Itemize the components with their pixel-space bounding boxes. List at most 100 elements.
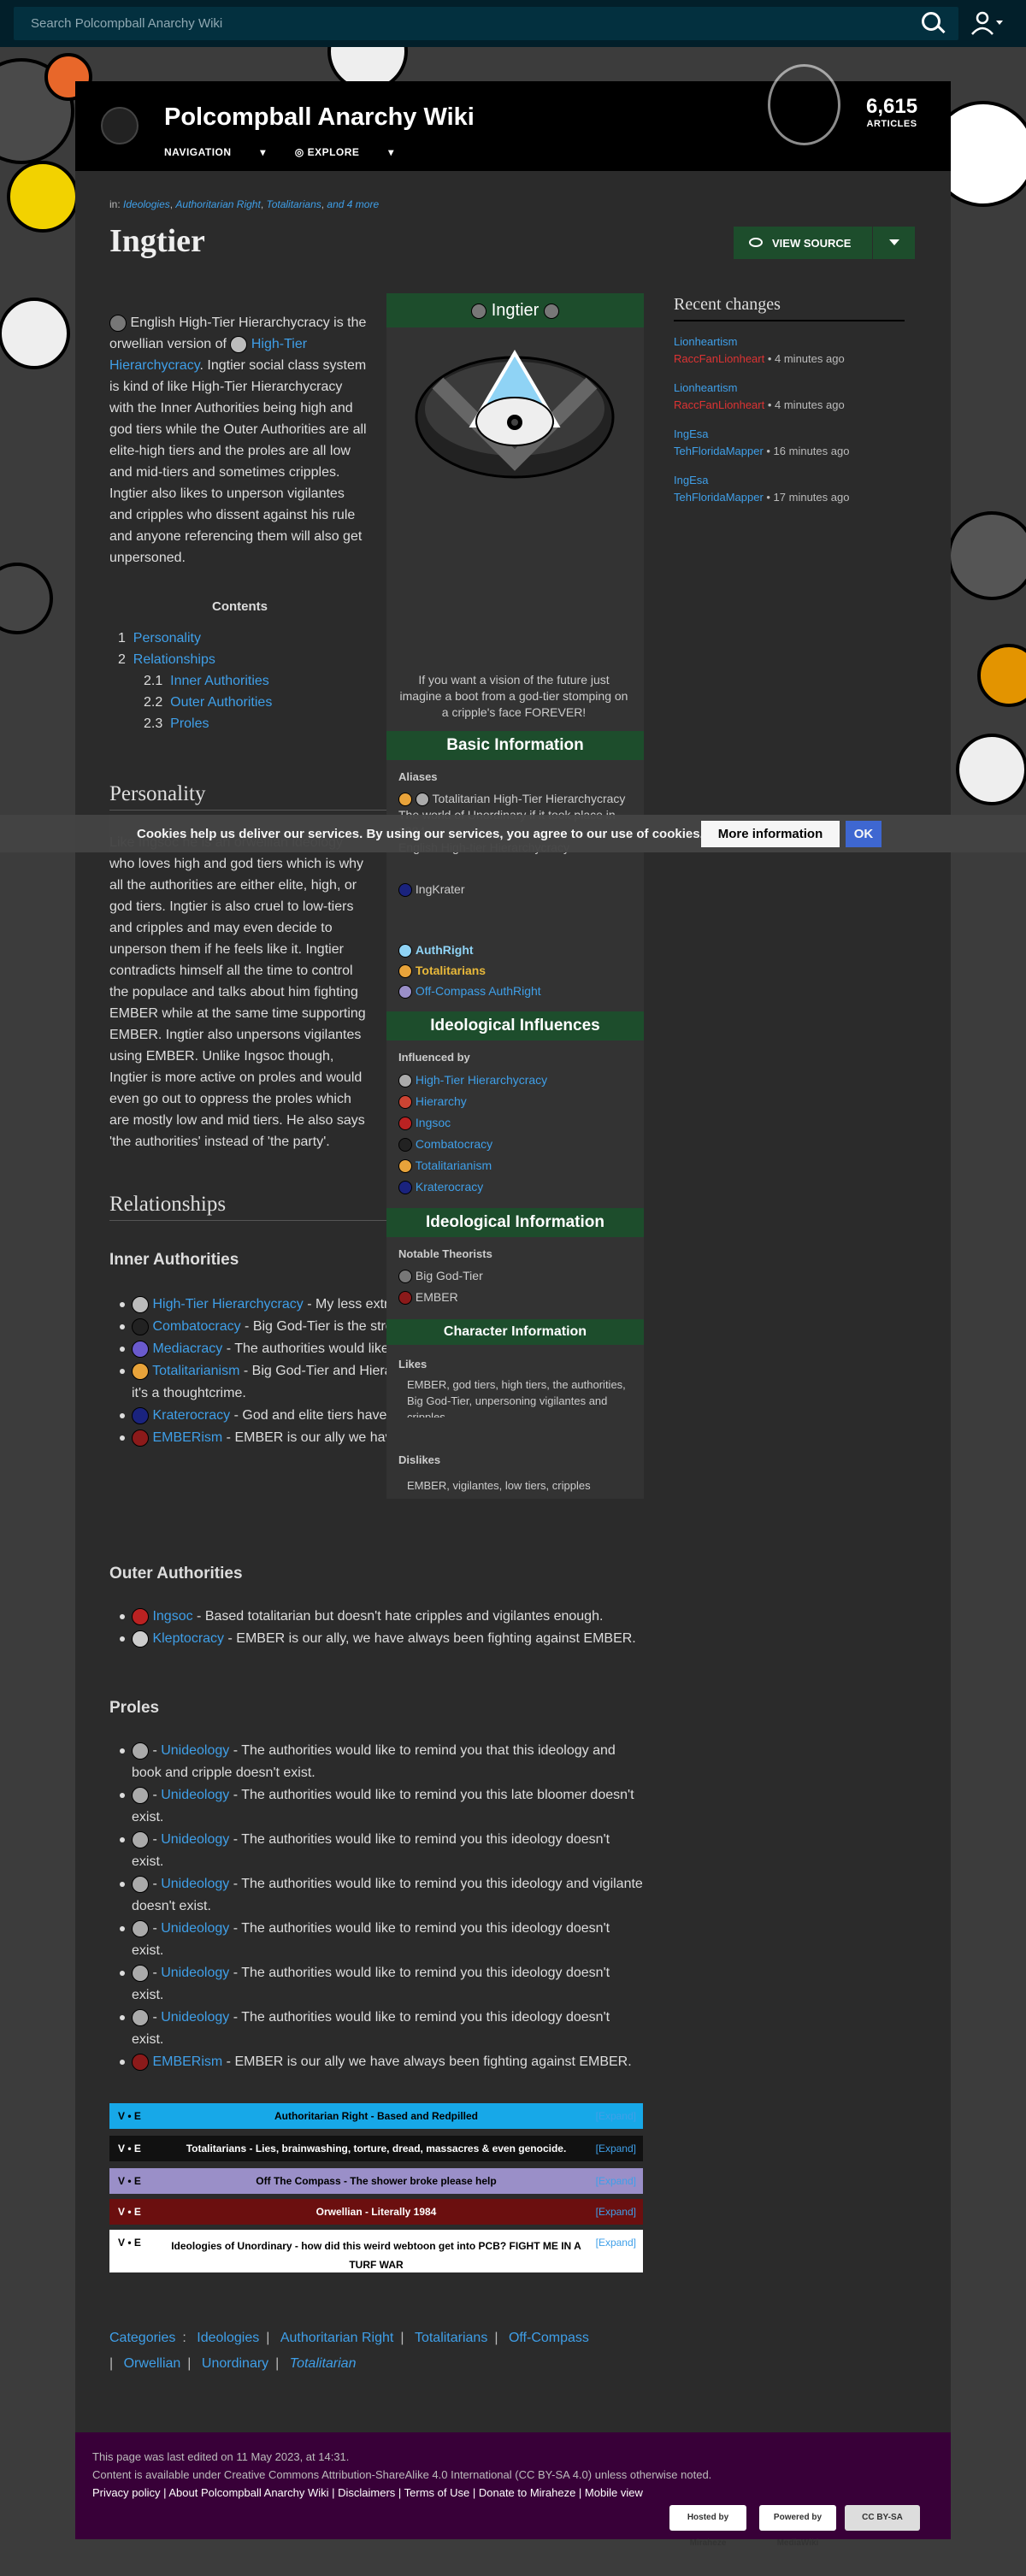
- ideology-link[interactable]: Ingsoc: [152, 1609, 192, 1624]
- cookie-ok-button[interactable]: OK: [846, 821, 882, 847]
- categories-label-link[interactable]: Categories: [109, 2331, 175, 2345]
- mediawiki-badge[interactable]: Powered by MediaWiki: [759, 2505, 836, 2548]
- disclaimers-link[interactable]: Disclaimers: [338, 2486, 395, 2499]
- flag-icon: [398, 985, 412, 999]
- flag-icon: [471, 303, 487, 319]
- toc-item[interactable]: 2.1 Inner Authorities: [118, 670, 370, 692]
- navbox-expand-button[interactable]: [Expand]: [596, 2206, 636, 2218]
- list-item: Kleptocracy - EMBER is our ally, we have…: [120, 1628, 645, 1650]
- proles-list: - Unideology - The authorities would lik…: [120, 1740, 645, 2073]
- ideology-link[interactable]: Unideology: [161, 1832, 229, 1847]
- flag-icon: [398, 1095, 412, 1110]
- toc-link[interactable]: Relationships: [133, 652, 215, 667]
- influence-link[interactable]: Hierarchy: [416, 1094, 467, 1108]
- alignment-link[interactable]: AuthRight: [416, 943, 474, 957]
- category-link[interactable]: Ideologies: [197, 2331, 259, 2345]
- category-link[interactable]: Totalitarians: [266, 198, 321, 210]
- ideology-link[interactable]: Unideology: [161, 1877, 229, 1891]
- influence-link[interactable]: Kraterocracy: [416, 1180, 483, 1194]
- about-link[interactable]: About Polcompball Anarchy Wiki: [168, 2486, 328, 2499]
- privacy-policy-link[interactable]: Privacy policy: [92, 2486, 160, 2499]
- search-icon[interactable]: [922, 12, 940, 31]
- recent-user-link[interactable]: RaccFanLionheart: [674, 352, 764, 365]
- search-input[interactable]: Search Polcompball Anarchy Wiki: [14, 7, 958, 40]
- wiki-logo[interactable]: [101, 107, 139, 144]
- view-source-label: VIEW SOURCE: [772, 237, 852, 250]
- navbox-expand-button[interactable]: [Expand]: [596, 2143, 636, 2155]
- view-source-button[interactable]: VIEW SOURCE: [734, 227, 872, 259]
- category-link[interactable]: Ideologies: [123, 198, 170, 210]
- cc-license-badge[interactable]: CC BY-SA: [845, 2505, 920, 2531]
- flag-icon: [132, 1295, 149, 1313]
- ideology-link[interactable]: Unideology: [161, 1921, 229, 1936]
- wiki-title[interactable]: Polcompball Anarchy Wiki: [164, 103, 475, 132]
- category-link[interactable]: Totalitarians: [415, 2331, 487, 2345]
- alignment-link[interactable]: Totalitarians: [416, 964, 486, 977]
- miraheze-badge[interactable]: Hosted by Miraheze: [669, 2505, 746, 2548]
- influence-link[interactable]: Ingsoc: [416, 1116, 451, 1129]
- toc-item[interactable]: 2.2 Outer Authorities: [118, 692, 370, 713]
- ideology-link[interactable]: Unideology: [161, 2010, 229, 2025]
- navigation-menu[interactable]: NAVIGATION ▾: [164, 146, 266, 158]
- toc-link[interactable]: Proles: [170, 716, 209, 731]
- flag-icon: [132, 1607, 149, 1625]
- category-link[interactable]: Authoritarian Right: [280, 2331, 394, 2345]
- ideology-link[interactable]: Unideology: [161, 1788, 229, 1802]
- influence-link[interactable]: Totalitarianism: [416, 1158, 492, 1172]
- ideology-link[interactable]: Mediacracy: [152, 1341, 222, 1356]
- ideology-link[interactable]: Combatocracy: [152, 1319, 240, 1334]
- toc-item[interactable]: 1 Personality: [118, 628, 370, 649]
- flag-icon: [132, 2053, 149, 2071]
- toc-item[interactable]: 2 Relationships: [118, 649, 370, 670]
- recent-time: • 16 minutes ago: [763, 445, 850, 457]
- recent-user-link[interactable]: TehFloridaMapper: [674, 491, 764, 504]
- recent-page-link[interactable]: Lionheartism: [674, 335, 737, 348]
- alignment-link[interactable]: Off-Compass AuthRight: [416, 984, 541, 998]
- page-wrapper: Polcompball Anarchy Wiki NAVIGATION ▾ ◎ …: [75, 64, 951, 2539]
- more-information-button[interactable]: More information: [701, 821, 840, 847]
- ideology-link[interactable]: EMBERism: [152, 1430, 222, 1445]
- influence-link[interactable]: High-Tier Hierarchycracy: [416, 1073, 547, 1087]
- more-categories-link[interactable]: and 4 more: [327, 198, 379, 210]
- navbox-expand-button[interactable]: [Expand]: [596, 2110, 636, 2122]
- alias-link[interactable]: IngKrater: [416, 882, 465, 896]
- toc-link[interactable]: Inner Authorities: [170, 674, 269, 688]
- recent-user-link[interactable]: RaccFanLionheart: [674, 398, 764, 411]
- user-menu-icon[interactable]: [970, 10, 1005, 36]
- categories-box: Categories: Ideologies | Authoritarian Ri…: [109, 2331, 589, 2371]
- recent-page-link[interactable]: IngEsa: [674, 427, 708, 440]
- category-link[interactable]: Authoritarian Right: [175, 198, 260, 210]
- recent-page-link[interactable]: IngEsa: [674, 474, 708, 486]
- actions-dropdown-button[interactable]: [872, 227, 915, 259]
- ideology-link[interactable]: Kleptocracy: [152, 1631, 224, 1646]
- toc-item[interactable]: 2.3 Proles: [118, 713, 370, 734]
- navbox-expand-button[interactable]: [Expand]: [596, 2237, 636, 2249]
- category-link[interactable]: Orwellian: [124, 2356, 181, 2371]
- ideology-link[interactable]: High-Tier Hierarchycracy: [152, 1297, 303, 1312]
- donate-link[interactable]: Donate to Miraheze: [479, 2486, 575, 2499]
- ideology-link[interactable]: Kraterocracy: [152, 1408, 230, 1423]
- ideology-link[interactable]: Totalitarianism: [152, 1364, 239, 1378]
- recent-user-link[interactable]: TehFloridaMapper: [674, 445, 764, 457]
- explore-menu[interactable]: ◎ EXPLORE ▾: [295, 146, 394, 158]
- terms-link[interactable]: Terms of Use: [404, 2486, 470, 2499]
- anarchy-symbol-icon: [768, 64, 840, 145]
- toc-num: 2: [118, 652, 126, 667]
- navbox-expand-button[interactable]: [Expand]: [596, 2175, 636, 2187]
- mobile-view-link[interactable]: Mobile view: [585, 2486, 643, 2499]
- personality-paragraph: Like Ingsoc he is an orwellian ideology …: [109, 835, 366, 1149]
- toc-link[interactable]: Personality: [133, 631, 201, 645]
- ideology-link[interactable]: Unideology: [161, 1743, 229, 1758]
- category-link[interactable]: Totalitarian: [290, 2356, 357, 2371]
- ideology-link[interactable]: EMBERism: [152, 2054, 222, 2069]
- page-categories-top: in: Ideologies, Authoritarian Right, Tot…: [109, 198, 380, 210]
- toc-link[interactable]: Outer Authorities: [170, 695, 272, 710]
- category-link[interactable]: Off-Compass: [509, 2331, 589, 2345]
- category-link[interactable]: Unordinary: [202, 2356, 268, 2371]
- navbox-title: Authoritarian Right - Based and Redpille…: [274, 2110, 478, 2122]
- influence-row: Kraterocracy: [398, 1180, 483, 1195]
- recent-page-link[interactable]: Lionheartism: [674, 381, 737, 394]
- list-item: - Unideology - The authorities would lik…: [120, 1873, 645, 1918]
- influence-link[interactable]: Combatocracy: [416, 1137, 492, 1151]
- ideology-link[interactable]: Unideology: [161, 1966, 229, 1980]
